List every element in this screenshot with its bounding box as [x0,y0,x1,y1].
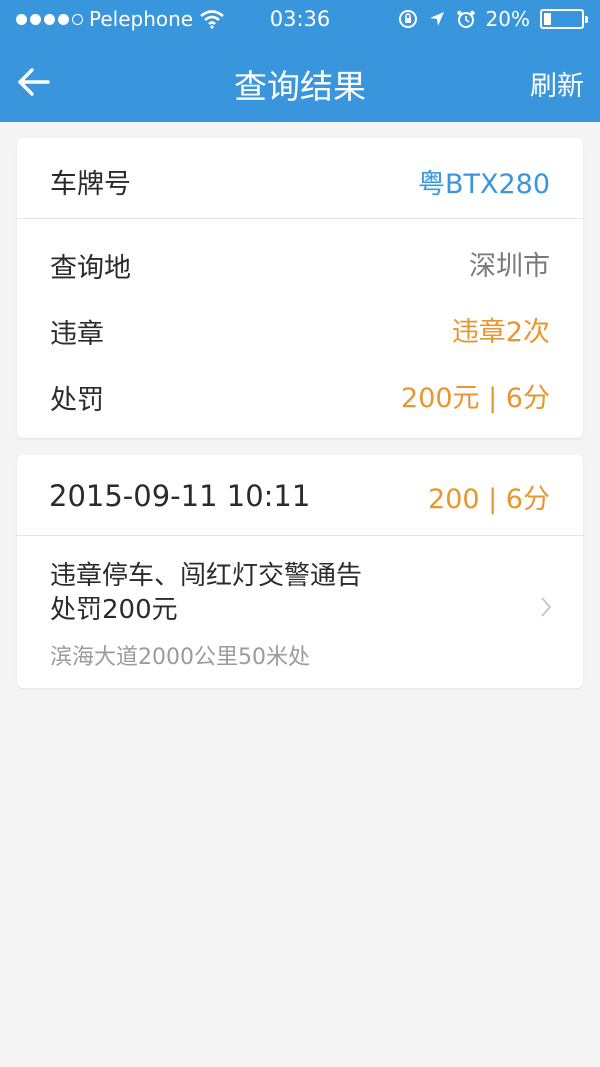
rotation-lock-icon [398,10,417,28]
battery-icon [540,9,588,29]
top-bar: Pelephone 03:36 20% 查询结果 刷新 [0,0,600,122]
summary-card: 车牌号 粤BTX280 查询地 深圳市 违章 违章2次 处罚 200元 | 6分 [17,138,583,438]
plate-label: 车牌号 [50,169,131,200]
penalty-label: 处罚 [50,385,104,416]
battery-fill [544,13,551,25]
record-address: 滨海大道2000公里50米处 [50,645,310,670]
status-right: 20% [398,7,588,31]
penalty-value: 200元 | 6分 [401,383,550,414]
refresh-button[interactable]: 刷新 [530,64,584,103]
chevron-right-icon [541,597,552,617]
location-value: 深圳市 [469,251,550,282]
violation-row: 违章 违章2次 [17,300,583,360]
battery-percent: 20% [485,7,530,31]
location-row: 查询地 深圳市 [17,234,583,294]
record-datetime: 2015-09-11 10:11 [49,479,311,513]
location-label: 查询地 [50,253,131,284]
location-icon [429,12,444,26]
page-title: 查询结果 [234,67,366,106]
penalty-row: 处罚 200元 | 6分 [17,366,583,426]
divider [17,535,583,536]
nav-bar: 查询结果 刷新 [0,44,600,118]
violation-label: 违章 [50,319,104,350]
status-bar: Pelephone 03:36 20% [0,0,600,40]
violation-value: 违章2次 [451,317,550,348]
plate-value: 粤BTX280 [417,169,550,200]
plate-row: 车牌号 粤BTX280 [17,148,583,208]
record-penalty: 200 | 6分 [428,484,550,515]
record-description: 违章停车、闯红灯交警通告 处罚200元 [50,559,470,627]
violation-record-card[interactable]: 2015-09-11 10:11 200 | 6分 违章停车、闯红灯交警通告 处… [17,455,583,688]
record-desc-line2: 处罚200元 [50,595,178,625]
divider [17,218,583,219]
alarm-icon [456,10,475,28]
record-desc-line1: 违章停车、闯红灯交警通告 [50,561,363,591]
